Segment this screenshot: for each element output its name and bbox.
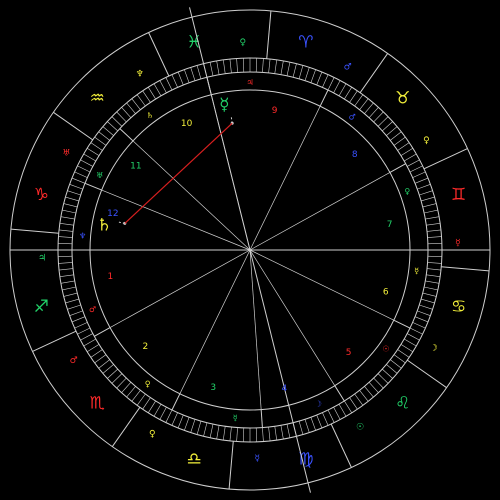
sign-glyph: ♊ bbox=[451, 185, 466, 205]
house-number: 9 bbox=[272, 106, 278, 116]
house-ruler-glyph: ♄ bbox=[146, 111, 153, 120]
house-ruler-glyph: ☿ bbox=[414, 266, 419, 275]
house-ruler-glyph: ♃ bbox=[246, 78, 253, 87]
house-number: 2 bbox=[142, 342, 148, 352]
house-ruler-glyph: ♂ bbox=[349, 113, 356, 122]
house-ruler-glyph: ♀ bbox=[404, 187, 410, 196]
sign-glyph: ♌ bbox=[395, 394, 410, 414]
house-ruler-glyph: ☉ bbox=[382, 345, 389, 354]
sign-glyph: ♉ bbox=[395, 88, 410, 108]
sign-glyph: ♈ bbox=[298, 32, 313, 52]
house-number: 5 bbox=[346, 348, 352, 358]
house-number: 7 bbox=[387, 220, 393, 230]
house-number: 10 bbox=[181, 119, 193, 129]
sign-ruler-glyph: ♀ bbox=[239, 38, 246, 48]
house-number: 4 bbox=[281, 384, 287, 394]
house-number: 8 bbox=[352, 150, 358, 160]
sign-ruler-glyph: ☿ bbox=[455, 239, 461, 249]
sign-ruler-glyph: ♂ bbox=[344, 62, 352, 72]
sign-ruler-glyph: ♆ bbox=[136, 70, 144, 80]
house-ruler-glyph: ♅ bbox=[96, 171, 103, 180]
sign-ruler-glyph: ♃ bbox=[38, 253, 46, 263]
sign-ruler-glyph: ♂ bbox=[70, 356, 78, 366]
astrology-chart: ♑♅♒♆♓ ♀ ♈♂♉♀♊☿♋☽♌☉♍☿♎♀♏♂♐♃1♂2♀ 3☿4☽5 ☉6☿7♀8♂… bbox=[0, 0, 500, 500]
sign-glyph: ♑ bbox=[34, 185, 49, 205]
sign-ruler-glyph: ☽ bbox=[430, 344, 438, 354]
sign-ruler-glyph: ♀ bbox=[423, 136, 430, 146]
house-ruler-glyph: ♆ bbox=[79, 231, 86, 240]
house-number: 6 bbox=[383, 288, 389, 298]
sign-glyph: ♐ bbox=[34, 297, 49, 317]
house-ruler-glyph: ♀ bbox=[145, 379, 151, 388]
sign-glyph: ♋ bbox=[451, 297, 466, 317]
sign-ruler-glyph: ♀ bbox=[149, 430, 156, 440]
house-ruler-glyph: ☿ bbox=[233, 413, 238, 422]
house-ruler-glyph: ☽ bbox=[315, 399, 322, 408]
sign-glyph: ♓ bbox=[186, 32, 201, 52]
sign-ruler-glyph: ☉ bbox=[356, 422, 364, 432]
sign-glyph: ♏ bbox=[90, 394, 105, 414]
house-ruler-glyph: ♂ bbox=[89, 305, 96, 314]
saturn-glyph: ♄ bbox=[97, 215, 112, 235]
house-number: 1 bbox=[108, 272, 114, 282]
house-number: 11 bbox=[130, 162, 141, 172]
sign-ruler-glyph: ☿ bbox=[254, 454, 260, 464]
mercury-glyph: ☿ bbox=[219, 95, 229, 115]
sign-glyph: ♎ bbox=[186, 450, 201, 470]
house-number: 3 bbox=[210, 383, 216, 393]
sign-ruler-glyph: ♅ bbox=[62, 148, 70, 158]
sign-glyph: ♒ bbox=[90, 88, 105, 108]
